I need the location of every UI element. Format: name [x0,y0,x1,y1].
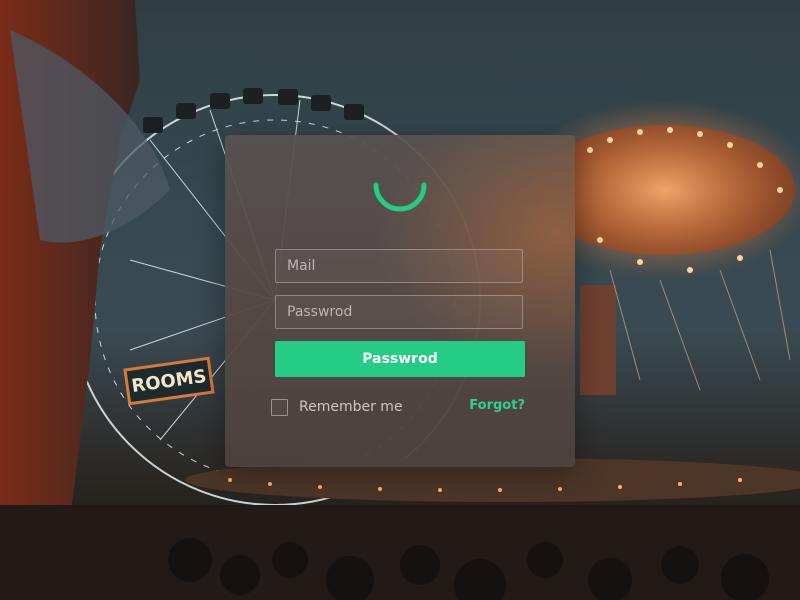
password-input[interactable] [275,295,523,329]
remember-me-label: Remember me [299,399,403,415]
login-screen: ROOMS Mail Passwrod Remember me Forgot? [0,0,800,600]
remember-me-checkbox[interactable] [271,398,288,416]
arc-logo-icon [373,182,427,212]
login-card: Passwrod Remember me Forgot? [225,135,575,467]
submit-button[interactable]: Passwrod [275,341,525,377]
remember-me-row: Remember me [271,397,403,417]
mail-input[interactable] [275,249,523,283]
forgot-password-link[interactable]: Forgot? [469,398,525,413]
